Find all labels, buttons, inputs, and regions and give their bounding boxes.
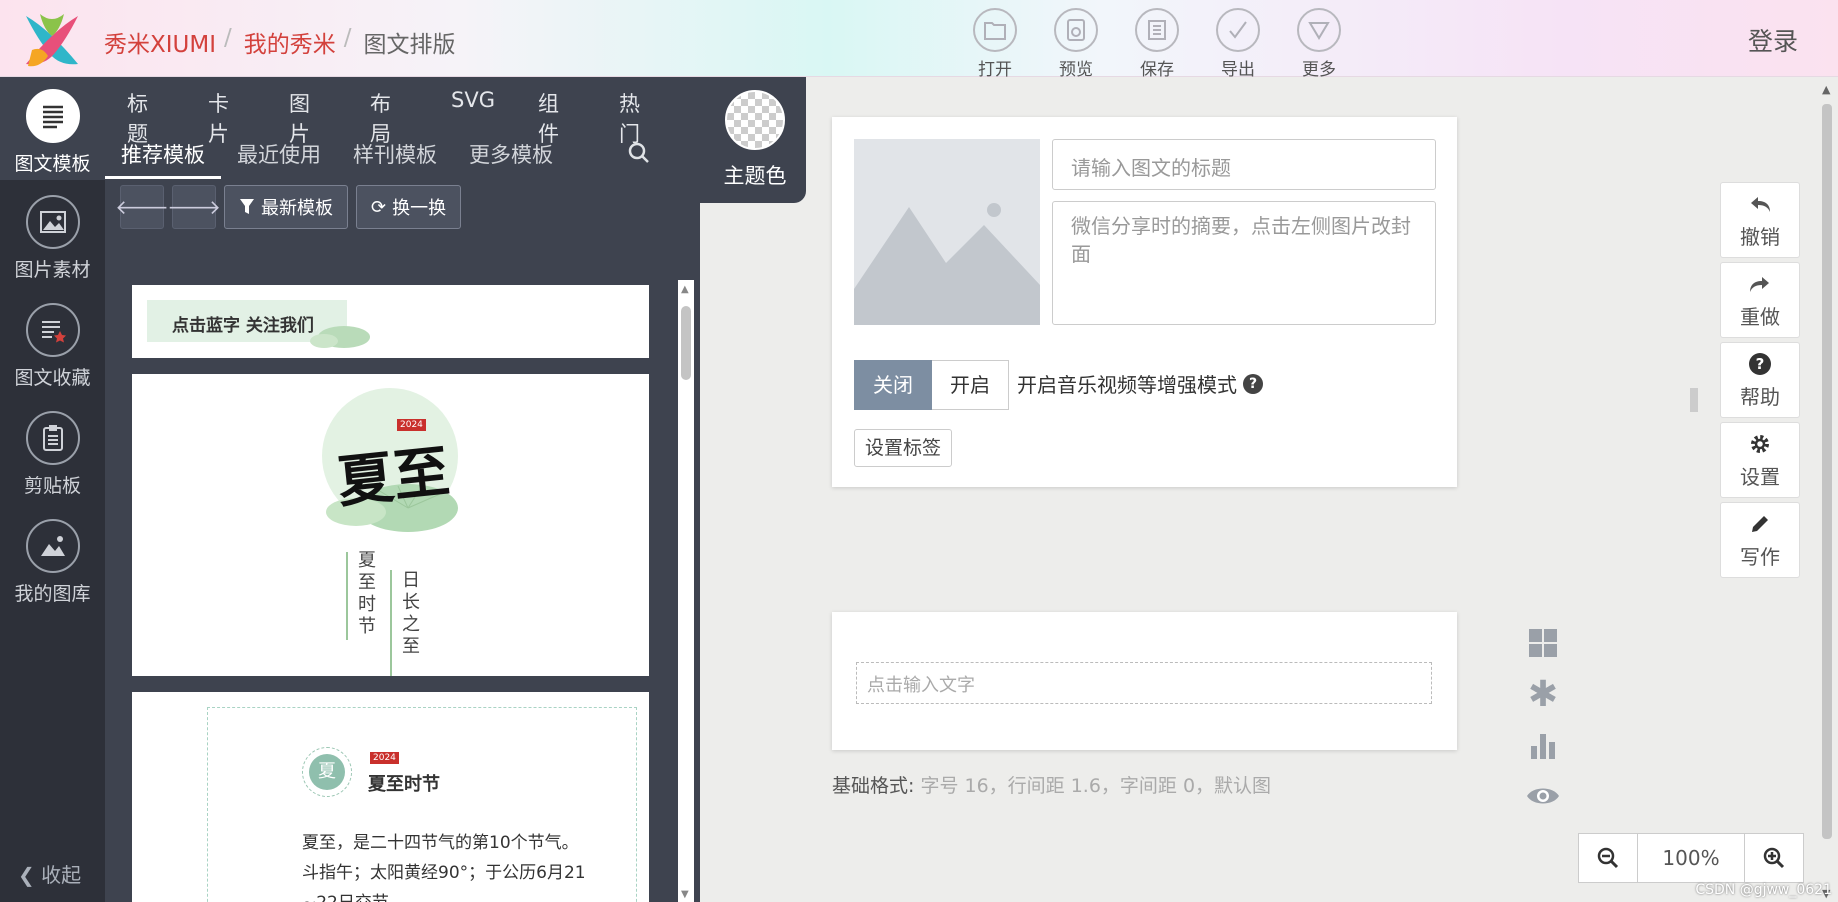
search-icon[interactable] — [627, 141, 651, 165]
arrow-right-icon: 🡒 — [167, 195, 221, 219]
main-scrollbar[interactable]: ▲ ▼ — [1818, 79, 1838, 902]
lotus-leaf-icon — [310, 326, 370, 348]
collapse-button[interactable]: ❮ 收起 — [18, 859, 81, 888]
folder-icon — [984, 22, 1006, 40]
arrow-left-icon: 🡐 — [115, 195, 169, 219]
list-icon — [42, 105, 63, 129]
grid-icon — [1529, 629, 1557, 657]
shuffle-button[interactable]: ⟳ 换一换 — [356, 185, 462, 229]
next-button[interactable]: 🡒 — [167, 185, 221, 229]
pencil-icon — [1752, 516, 1768, 532]
cover-image[interactable] — [854, 139, 1040, 325]
grid-view-button[interactable] — [1525, 625, 1561, 661]
resize-handle[interactable] — [1690, 388, 1698, 412]
title-input[interactable]: 请输入图文的标题 — [1052, 139, 1436, 190]
tab-more-templates[interactable]: 更多模板 — [453, 139, 569, 179]
rail-item-images[interactable]: 图片素材 — [0, 195, 105, 282]
preview-button[interactable]: 预览 — [1046, 8, 1106, 80]
set-tags-button[interactable]: 设置标签 — [854, 429, 953, 467]
tab-recommended[interactable]: 推荐模板 — [105, 139, 221, 179]
filter-icon — [240, 199, 254, 214]
template-card-follow[interactable]: 点击蓝字 关注我们 — [132, 285, 649, 358]
help-icon: ? — [1749, 353, 1771, 375]
chevron-left-icon: ❮ — [18, 863, 35, 887]
zoom-in-button[interactable] — [1744, 833, 1804, 883]
main-scroll-thumb[interactable] — [1822, 104, 1832, 839]
enhance-toggle: 关闭 开启 — [854, 360, 1009, 410]
refresh-icon: ⟳ — [371, 196, 387, 218]
panel-toolbar: 🡐 🡒 最新模板 ⟳ 换一换 — [115, 185, 462, 229]
watermark: CSDN @gjww_0621 — [1695, 882, 1832, 898]
template-card-summer-solstice[interactable]: 2024 夏至 夏至时节 日长之至 — [132, 374, 649, 676]
zoom-out-icon — [1597, 847, 1619, 869]
zoom-out-button[interactable] — [1578, 833, 1638, 883]
tab-recent[interactable]: 最近使用 — [221, 139, 337, 179]
rail-item-gallery[interactable]: 我的图库 — [0, 519, 105, 606]
breadcrumb: 秀米XIUMI / 我的秀米 / 图文排版 — [104, 25, 456, 59]
gallery-icon — [40, 536, 65, 556]
content-card: 点击输入文字 — [832, 612, 1457, 750]
toggle-on-button[interactable]: 开启 — [932, 360, 1009, 410]
settings-button[interactable]: 设置 — [1720, 422, 1800, 498]
scroll-up-icon[interactable]: ▲ — [681, 284, 689, 295]
bar-chart-icon — [1531, 734, 1555, 759]
article-meta-card: 请输入图文的标题 微信分享时的摘要，点击左侧图片改封面 关闭 开启 开启音乐视频… — [832, 117, 1457, 487]
asterisk-icon: ✱ — [1527, 673, 1559, 715]
undo-icon — [1751, 197, 1770, 212]
summary-input[interactable]: 微信分享时的摘要，点击左侧图片改封面 — [1052, 201, 1436, 325]
settings-icon — [1751, 435, 1769, 453]
image-placeholder-icon — [854, 203, 1040, 325]
top-header: 秀米XIUMI / 我的秀米 / 图文排版 打开 预览 保存 导出 更多 登录 — [0, 0, 1838, 80]
left-rail: 图文模板 图片素材 图文收藏 剪贴板 我的图库 ❮ 收起 — [0, 77, 105, 902]
image-icon — [39, 211, 66, 233]
theme-color-button[interactable]: 主题色 — [715, 90, 795, 190]
scroll-down-icon[interactable]: ▼ — [681, 889, 689, 900]
check-icon — [1229, 21, 1247, 39]
panel-scrollbar[interactable]: ▲ ▼ — [678, 280, 694, 902]
tab-hot[interactable]: 热门 — [619, 88, 657, 148]
clipboard-icon — [42, 425, 63, 451]
save-icon — [1148, 20, 1166, 40]
breadcrumb-current: 图文排版 — [363, 32, 456, 58]
toggle-off-button[interactable]: 关闭 — [854, 360, 932, 410]
zoom-in-icon — [1763, 847, 1785, 869]
latest-templates-button[interactable]: 最新模板 — [224, 185, 348, 229]
save-button[interactable]: 保存 — [1127, 8, 1187, 80]
open-button[interactable]: 打开 — [965, 8, 1025, 80]
more-button[interactable]: 更多 — [1289, 8, 1349, 80]
breadcrumb-my-xiumi[interactable]: 我的秀米 — [244, 25, 336, 59]
preview-eye-button[interactable] — [1525, 778, 1561, 814]
enhance-label: 开启音乐视频等增强模式 ? — [1017, 369, 1263, 398]
export-button[interactable]: 导出 — [1208, 8, 1268, 80]
breadcrumb-home[interactable]: 秀米XIUMI — [104, 25, 216, 59]
login-link[interactable]: 登录 — [1748, 22, 1798, 58]
template-source-tabs: 推荐模板 最近使用 样刊模板 更多模板 — [105, 139, 569, 179]
triangle-down-icon — [1308, 22, 1330, 40]
checker-icon — [725, 90, 785, 150]
favorite-icon — [41, 321, 66, 343]
eye-icon — [1527, 788, 1559, 804]
asterisk-button[interactable]: ✱ — [1525, 673, 1561, 715]
stats-button[interactable] — [1525, 727, 1561, 763]
scroll-up-icon[interactable]: ▲ — [1822, 83, 1830, 96]
basic-format[interactable]: 基础格式: 字号 16，行间距 1.6，字间距 0，默认图 — [832, 771, 1271, 798]
help-button[interactable]: ? 帮助 — [1720, 342, 1800, 418]
content-text-input[interactable]: 点击输入文字 — [856, 662, 1432, 704]
help-circle-icon[interactable]: ? — [1243, 373, 1263, 394]
undo-button[interactable]: 撤销 — [1720, 182, 1800, 258]
tab-sample[interactable]: 样刊模板 — [337, 139, 453, 179]
rail-item-favorites[interactable]: 图文收藏 — [0, 303, 105, 390]
rail-item-templates[interactable]: 图文模板 — [0, 77, 105, 180]
prev-button[interactable]: 🡐 — [115, 185, 169, 229]
panel-scroll-thumb[interactable] — [681, 306, 691, 380]
write-button[interactable]: 写作 — [1720, 502, 1800, 578]
template-card-solstice-article[interactable]: 夏 2024 夏至时节 夏至，是二十四节气的第10个节气。 斗指午；太阳黄经90… — [132, 692, 649, 902]
zoom-level: 100% — [1638, 833, 1744, 883]
preview-icon — [1067, 19, 1085, 41]
redo-button[interactable]: 重做 — [1720, 262, 1800, 338]
zoom-control: 100% — [1578, 833, 1804, 883]
xiumi-logo[interactable] — [20, 10, 84, 70]
redo-icon — [1750, 277, 1769, 292]
rail-item-clipboard[interactable]: 剪贴板 — [0, 411, 105, 498]
